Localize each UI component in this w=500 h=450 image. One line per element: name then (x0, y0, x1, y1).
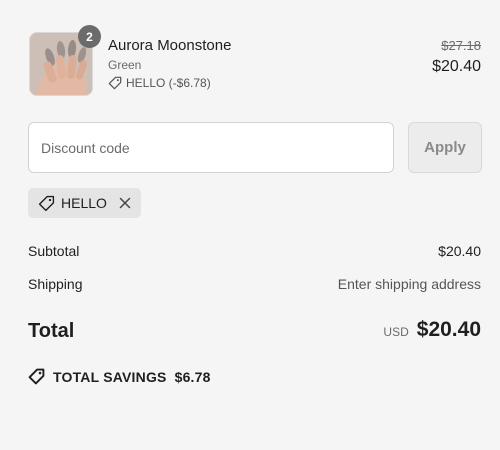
current-price: $20.40 (432, 58, 481, 75)
close-icon (119, 197, 131, 209)
product-variant: Green (108, 58, 142, 72)
remove-code-button[interactable] (119, 197, 131, 209)
quantity-badge: 2 (78, 25, 101, 48)
shipping-label: Shipping (28, 276, 83, 292)
total-label: Total (28, 320, 75, 342)
product-name: Aurora Moonstone (108, 37, 232, 54)
currency-code: USD (383, 325, 409, 339)
savings-label: TOTAL SAVINGS (53, 368, 167, 385)
subtotal-label: Subtotal (28, 243, 80, 259)
tag-icon (28, 368, 45, 385)
applied-code-label: HELLO (61, 195, 107, 211)
shipping-value: Enter shipping address (337, 276, 481, 292)
total-price: USD $20.40 (383, 318, 481, 342)
original-price: $27.18 (441, 38, 481, 53)
applied-code-chip: HELLO (28, 188, 141, 218)
product-discount-text: HELLO (-$6.78) (126, 76, 211, 90)
savings-value: $6.78 (174, 368, 211, 385)
apply-button[interactable]: Apply (408, 122, 482, 173)
product-discount: HELLO (-$6.78) (108, 76, 211, 90)
total-savings: TOTAL SAVINGS $6.78 (28, 368, 211, 385)
discount-code-input[interactable] (28, 122, 394, 173)
tag-icon (108, 76, 122, 90)
total-amount: $20.40 (416, 318, 481, 341)
tag-icon (38, 195, 55, 212)
subtotal-value: $20.40 (438, 243, 481, 259)
